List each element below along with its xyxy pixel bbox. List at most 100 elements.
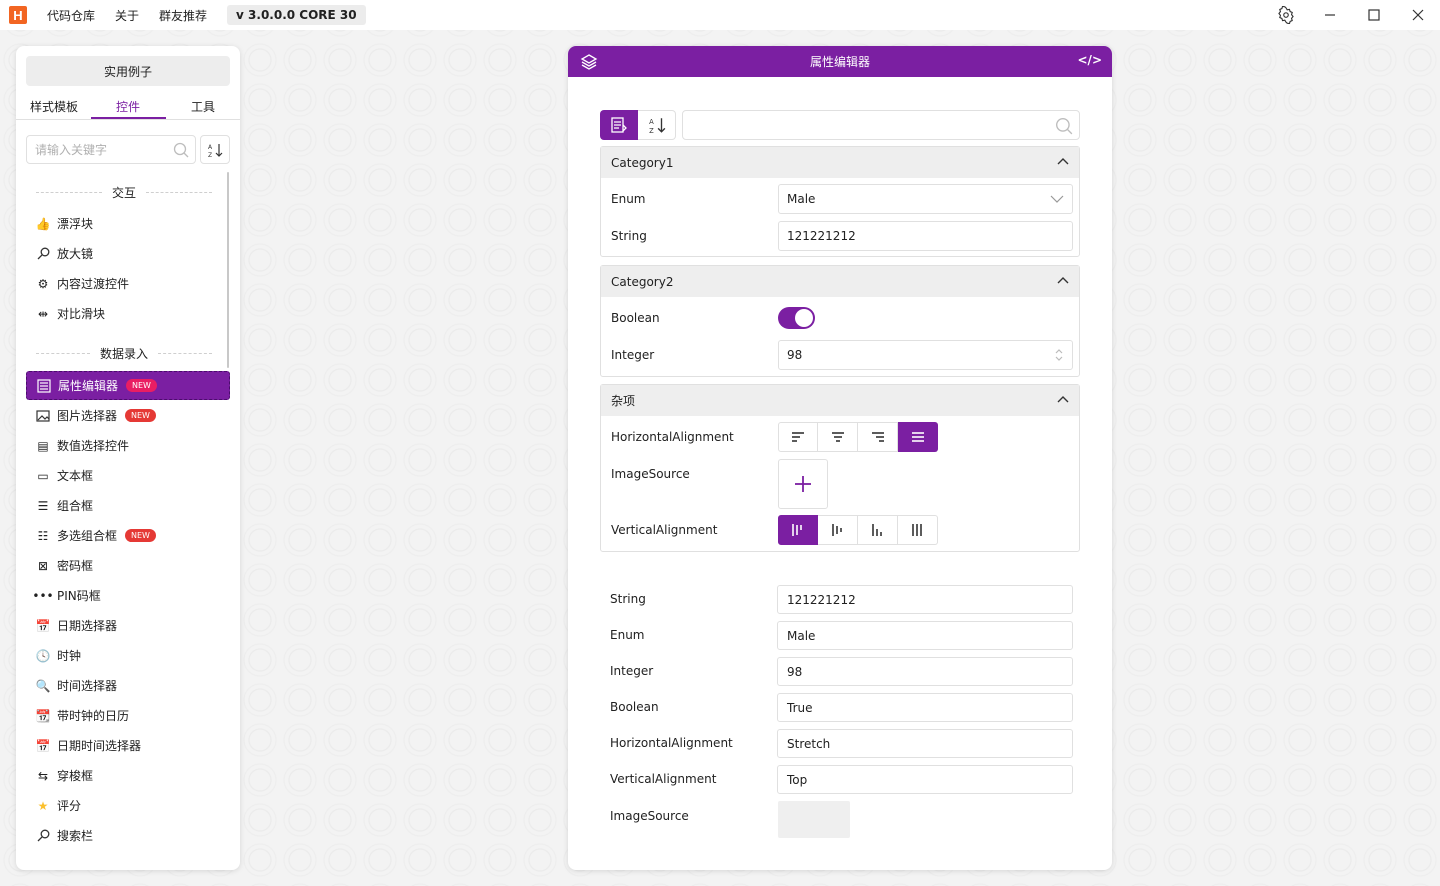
align-center-button[interactable] <box>818 422 858 452</box>
close-icon <box>1412 9 1424 21</box>
svg-text:Z: Z <box>208 152 212 158</box>
group-header-data-entry: 数据录入 <box>26 345 222 361</box>
nav-item-rating[interactable]: ★ 评分 <box>26 791 230 820</box>
maximize-button[interactable] <box>1352 0 1396 30</box>
nav-item-searchbar[interactable]: 搜索栏 <box>26 821 230 850</box>
nav-item-datepicker[interactable]: 📅 日期选择器 <box>26 611 230 640</box>
nav-item-checkcombobox[interactable]: ☷ 多选组合框 NEW <box>26 521 230 550</box>
valign-bottom-icon <box>871 524 882 536</box>
property-grid-panel: 属性编辑器 </> A Z Category1 Enum Male String… <box>568 46 1112 870</box>
valign-top-button[interactable] <box>778 515 818 545</box>
output-value-box: 121221212 <box>777 585 1073 614</box>
valign-center-button[interactable] <box>818 515 858 545</box>
output-label: HorizontalAlignment <box>610 736 733 750</box>
alphabetical-mode-button[interactable]: A Z <box>638 110 676 140</box>
code-icon[interactable]: </> <box>1078 53 1103 67</box>
nav-item-timepicker[interactable]: 🔍 时间选择器 <box>26 671 230 700</box>
nav-tabs: 样式模板 控件 工具 <box>16 96 240 120</box>
plus-icon <box>795 476 811 492</box>
nav-item-clock[interactable]: 🕓 时钟 <box>26 641 230 670</box>
align-right-icon <box>871 432 884 442</box>
nav-item-combobox[interactable]: ☰ 组合框 <box>26 491 230 520</box>
settings-button[interactable] <box>1264 0 1308 30</box>
nav-search-input[interactable] <box>35 142 165 157</box>
category-header[interactable]: 杂项 <box>601 385 1079 416</box>
category-icon <box>611 117 627 133</box>
nav-item-pinbox[interactable]: ••• PIN码框 <box>26 581 230 610</box>
transfer-icon: ⇆ <box>37 768 49 783</box>
align-right-button[interactable] <box>858 422 898 452</box>
output-value-box: Male <box>777 621 1073 650</box>
nav-item-floating-block[interactable]: 👍 漂浮块 <box>26 209 230 238</box>
output-value-box: Stretch <box>777 729 1073 758</box>
category-header[interactable]: Category2 <box>601 266 1079 297</box>
star-icon: ★ <box>37 798 49 813</box>
minimize-button[interactable] <box>1308 0 1352 30</box>
new-badge: NEW <box>126 379 157 392</box>
time-search-icon: 🔍 <box>35 678 51 693</box>
chevron-up-icon <box>1057 396 1069 403</box>
nav-item-compare-slider[interactable]: ⇹ 对比滑块 <box>26 299 230 328</box>
textbox-icon: ▭ <box>37 468 49 483</box>
svg-text:A: A <box>649 118 654 126</box>
chevron-down-icon <box>1050 195 1064 203</box>
app-logo-icon: H <box>9 6 27 24</box>
output-label: Integer <box>610 664 654 678</box>
output-value-box: True <box>777 693 1073 722</box>
group-header-interaction: 交互 <box>26 184 222 200</box>
valign-bottom-button[interactable] <box>858 515 898 545</box>
property-grid-icon <box>37 378 51 393</box>
new-badge: NEW <box>125 409 156 422</box>
enum-combobox[interactable]: Male <box>778 184 1073 214</box>
calendar-clock-icon: 📆 <box>35 708 51 723</box>
categorized-mode-button[interactable] <box>600 110 638 140</box>
chevron-up-icon <box>1057 277 1069 284</box>
nav-item-datetimepicker[interactable]: 📅 日期时间选择器 <box>26 731 230 760</box>
nav-item-numeric-updown[interactable]: ▤ 数值选择控件 <box>26 431 230 460</box>
tab-style-templates[interactable]: 样式模板 <box>30 98 78 115</box>
nav-item-calendar-with-clock[interactable]: 📆 带时钟的日历 <box>26 701 230 730</box>
nav-item-passwordbox[interactable]: ⊠ 密码框 <box>26 551 230 580</box>
property-search-input[interactable] <box>682 110 1080 140</box>
search-icon <box>173 142 189 158</box>
nav-item-textbox[interactable]: ▭ 文本框 <box>26 461 230 490</box>
boolean-toggle[interactable] <box>778 307 815 329</box>
menu-friends[interactable]: 群友推荐 <box>159 7 207 24</box>
output-label: Boolean <box>610 700 659 714</box>
search-icon <box>1056 118 1073 135</box>
menu-code-repo[interactable]: 代码仓库 <box>47 7 95 24</box>
sort-button[interactable]: A Z <box>200 135 230 164</box>
output-value-box: Top <box>777 765 1073 794</box>
search-icon <box>36 829 50 843</box>
tab-controls[interactable]: 控件 <box>116 98 140 115</box>
combobox-icon: ☰ <box>37 498 49 513</box>
category-2-section: Category2 Boolean Integer 98 <box>600 265 1080 377</box>
align-stretch-button[interactable] <box>898 422 938 452</box>
align-left-button[interactable] <box>778 422 818 452</box>
misc-section: 杂项 HorizontalAlignment ImageSource Verti… <box>600 384 1080 552</box>
nav-item-transfer[interactable]: ⇆ 穿梭框 <box>26 761 230 790</box>
nav-search-box <box>26 135 196 164</box>
tab-tools[interactable]: 工具 <box>191 98 215 115</box>
image-source-picker[interactable] <box>778 459 828 509</box>
spinner-icon[interactable] <box>1054 348 1064 362</box>
menu-about[interactable]: 关于 <box>115 7 139 24</box>
close-button[interactable] <box>1396 0 1440 30</box>
category-header[interactable]: Category1 <box>601 147 1079 178</box>
nav-item-transitioning-content[interactable]: ⚙ 内容过渡控件 <box>26 269 230 298</box>
examples-button[interactable]: 实用例子 <box>26 56 230 86</box>
minimize-icon <box>1325 14 1335 16</box>
output-value-box: 98 <box>777 657 1073 686</box>
nav-item-image-selector[interactable]: 图片选择器 NEW <box>26 401 230 430</box>
valign-stretch-button[interactable] <box>898 515 938 545</box>
valign-top-icon <box>792 524 802 536</box>
output-image-preview <box>778 801 850 838</box>
layers-icon[interactable] <box>580 53 598 71</box>
image-icon <box>36 409 50 423</box>
nav-item-property-grid[interactable]: 属性编辑器 NEW <box>26 371 230 400</box>
nav-item-magnifier[interactable]: 放大镜 <box>26 239 230 268</box>
category-1-section: Category1 Enum Male String 121221212 <box>600 146 1080 257</box>
integer-numeric-input[interactable]: 98 <box>778 340 1073 370</box>
align-justify-icon <box>911 432 924 442</box>
string-textbox[interactable]: 121221212 <box>778 221 1073 251</box>
